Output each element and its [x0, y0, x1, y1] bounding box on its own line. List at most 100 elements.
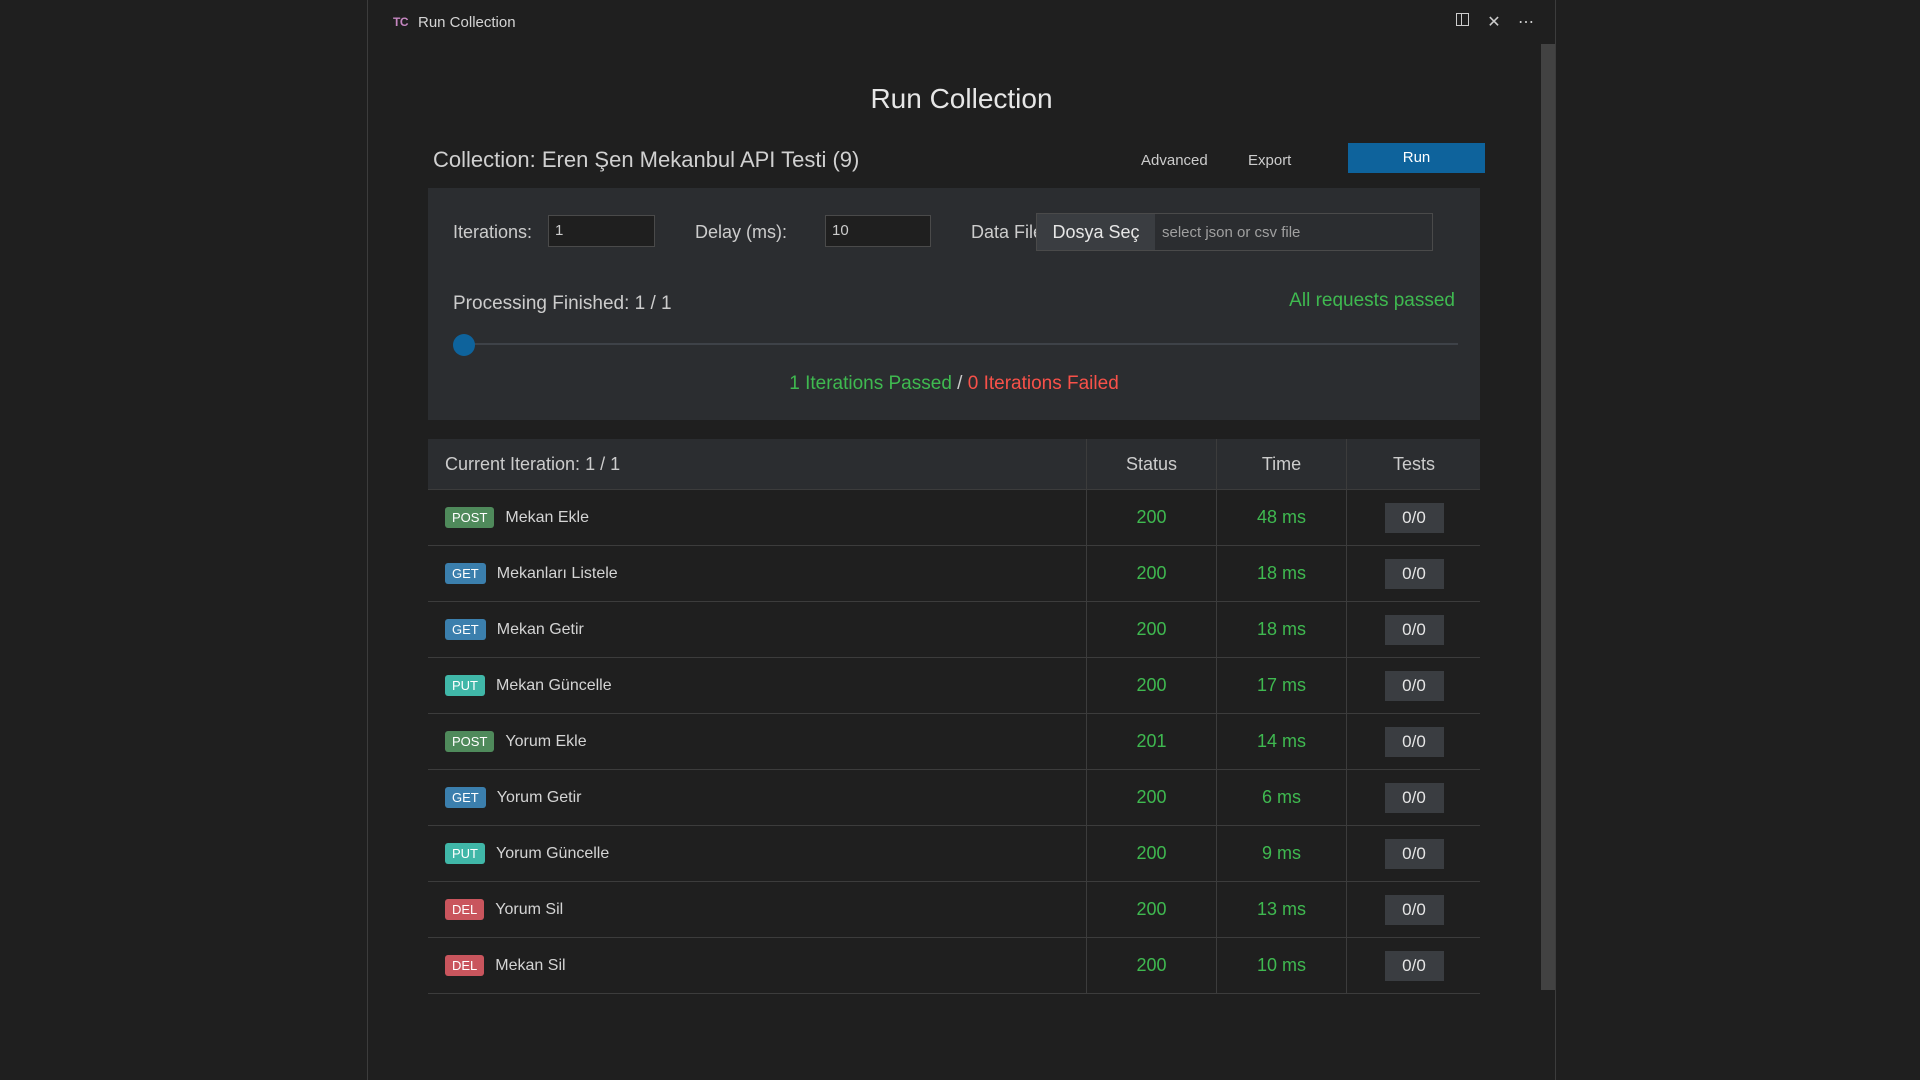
request-name[interactable]: Yorum Getir [497, 789, 582, 807]
request-cell: PUT Mekan Güncelle [445, 658, 612, 713]
tests-cell: 0/0 [1346, 490, 1481, 545]
method-badge: DEL [445, 955, 485, 976]
status-cell: 200 [1086, 602, 1216, 657]
current-iteration-header: Current Iteration: 1 / 1 [445, 453, 621, 474]
summary-separator: / [951, 373, 968, 394]
method-badge: POST [445, 507, 495, 528]
time-cell: 17 ms [1216, 658, 1346, 713]
table-row[interactable]: PUT Yorum Güncelle 200 9 ms 0/0 [428, 826, 1480, 882]
tests-badge[interactable]: 0/0 [1384, 614, 1444, 645]
status-cell: 200 [1086, 546, 1216, 601]
table-row[interactable]: DEL Yorum Sil 200 13 ms 0/0 [428, 882, 1480, 938]
tests-badge[interactable]: 0/0 [1384, 502, 1444, 533]
tab-title[interactable]: Run Collection [418, 14, 516, 31]
request-cell: DEL Yorum Sil [445, 882, 563, 937]
table-row[interactable]: GET Mekanları Listele 200 18 ms 0/0 [428, 546, 1480, 602]
status-cell: 200 [1086, 490, 1216, 545]
iterations-failed: 0 Iterations Failed [967, 373, 1119, 394]
tests-badge[interactable]: 0/0 [1384, 838, 1444, 869]
file-placeholder: select json or csv file [1162, 224, 1301, 241]
status-cell: 201 [1086, 714, 1216, 769]
iterations-input[interactable]: 1 [548, 215, 655, 247]
progress-thumb[interactable] [453, 334, 475, 356]
page-title: Run Collection [870, 83, 1053, 114]
method-badge: GET [445, 563, 486, 584]
tests-cell: 0/0 [1346, 770, 1481, 825]
iterations-label: Iterations: [453, 222, 533, 242]
method-badge: PUT [445, 675, 485, 696]
request-name[interactable]: Mekan Getir [497, 621, 584, 639]
table-row[interactable]: POST Mekan Ekle 200 48 ms 0/0 [428, 490, 1480, 546]
delay-label: Delay (ms): [695, 222, 788, 242]
run-button[interactable]: Run [1348, 143, 1485, 173]
more-actions-icon[interactable]: ⋯ [1517, 12, 1535, 32]
tests-badge[interactable]: 0/0 [1384, 894, 1444, 925]
tests-badge[interactable]: 0/0 [1384, 950, 1444, 981]
table-row[interactable]: GET Mekan Getir 200 18 ms 0/0 [428, 602, 1480, 658]
delay-input[interactable]: 10 [825, 215, 931, 247]
request-name[interactable]: Yorum Sil [495, 901, 563, 919]
request-name[interactable]: Mekan Güncelle [496, 677, 612, 695]
time-cell: 6 ms [1216, 770, 1346, 825]
tests-badge[interactable]: 0/0 [1384, 726, 1444, 757]
split-editor-icon[interactable] [1453, 13, 1471, 31]
close-icon[interactable]: ✕ [1485, 12, 1503, 32]
status-cell: 200 [1086, 826, 1216, 881]
time-cell: 18 ms [1216, 602, 1346, 657]
iterations-passed: 1 Iterations Passed [789, 373, 952, 394]
method-badge: GET [445, 619, 486, 640]
time-cell: 10 ms [1216, 938, 1346, 993]
tests-badge[interactable]: 0/0 [1384, 782, 1444, 813]
request-cell: GET Mekan Getir [445, 602, 584, 657]
table-row[interactable]: DEL Mekan Sil 200 10 ms 0/0 [428, 938, 1480, 994]
status-header: Status [1086, 439, 1216, 489]
table-row[interactable]: GET Yorum Getir 200 6 ms 0/0 [428, 770, 1480, 826]
data-file-picker[interactable]: Dosya Seç select json or csv file [1036, 213, 1433, 251]
tab-actions: ✕ ⋯ [1453, 0, 1535, 44]
tests-header: Tests [1346, 439, 1481, 489]
time-header: Time [1216, 439, 1346, 489]
tests-badge[interactable]: 0/0 [1384, 670, 1444, 701]
request-name[interactable]: Yorum Güncelle [496, 845, 609, 863]
tests-cell: 0/0 [1346, 658, 1481, 713]
request-name[interactable]: Mekan Sil [495, 957, 565, 975]
request-cell: PUT Yorum Güncelle [445, 826, 609, 881]
tests-cell: 0/0 [1346, 882, 1481, 937]
tests-cell: 0/0 [1346, 826, 1481, 881]
method-badge: POST [445, 731, 495, 752]
time-cell: 13 ms [1216, 882, 1346, 937]
request-cell: POST Mekan Ekle [445, 490, 589, 545]
table-row[interactable]: PUT Mekan Güncelle 200 17 ms 0/0 [428, 658, 1480, 714]
request-name[interactable]: Mekan Ekle [505, 509, 589, 527]
processing-status: Processing Finished: 1 / 1 [453, 293, 672, 314]
status-cell: 200 [1086, 938, 1216, 993]
editor-panel: TC Run Collection ✕ ⋯ Run Collection Col… [367, 0, 1556, 1080]
collection-name: Collection: Eren Şen Mekanbul API Testi … [433, 147, 860, 172]
table-row[interactable]: POST Yorum Ekle 201 14 ms 0/0 [428, 714, 1480, 770]
progress-track [466, 343, 1458, 345]
advanced-link[interactable]: Advanced [1141, 152, 1208, 169]
time-cell: 48 ms [1216, 490, 1346, 545]
tests-cell: 0/0 [1346, 714, 1481, 769]
method-badge: DEL [445, 899, 485, 920]
request-name[interactable]: Mekanları Listele [497, 565, 618, 583]
request-name[interactable]: Yorum Ekle [505, 733, 586, 751]
all-passed-status: All requests passed [1289, 290, 1455, 311]
time-cell: 18 ms [1216, 546, 1346, 601]
scrollbar[interactable] [1541, 44, 1555, 990]
time-cell: 14 ms [1216, 714, 1346, 769]
tests-cell: 0/0 [1346, 546, 1481, 601]
status-cell: 200 [1086, 882, 1216, 937]
tests-cell: 0/0 [1346, 938, 1481, 993]
tests-badge[interactable]: 0/0 [1384, 558, 1444, 589]
thunder-client-icon: TC [393, 15, 409, 29]
time-cell: 9 ms [1216, 826, 1346, 881]
tests-cell: 0/0 [1346, 602, 1481, 657]
results-table: Current Iteration: 1 / 1 Status Time Tes… [428, 439, 1480, 994]
run-options-panel: Iterations: 1 Delay (ms): 10 Data File: … [428, 188, 1480, 420]
export-link[interactable]: Export [1248, 152, 1291, 169]
choose-file-button[interactable]: Dosya Seç [1037, 214, 1155, 250]
status-cell: 200 [1086, 658, 1216, 713]
iterations-summary: 1 Iterations Passed / 0 Iterations Faile… [428, 373, 1480, 395]
results-header: Current Iteration: 1 / 1 Status Time Tes… [428, 439, 1480, 490]
